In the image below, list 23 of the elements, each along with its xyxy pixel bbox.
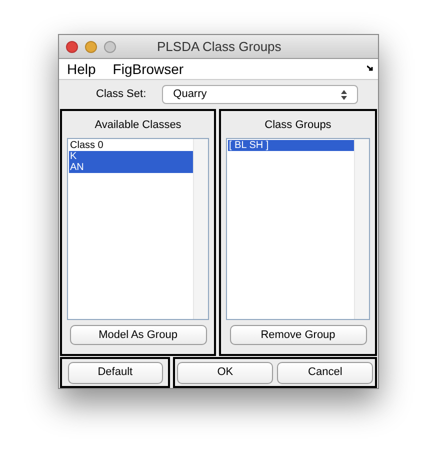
scrollbar[interactable] — [354, 139, 369, 319]
list-item[interactable]: K — [69, 151, 193, 162]
arrow-icon — [367, 65, 374, 72]
menu-item[interactable]: FigBrowser — [112, 58, 184, 80]
window-title: PLSDA Class Groups — [157, 38, 282, 56]
updown-icon — [341, 90, 348, 100]
minimize-icon[interactable] — [85, 40, 97, 52]
panel-title: Class Groups — [264, 118, 332, 133]
close-icon[interactable] — [66, 40, 78, 52]
scrollbar[interactable] — [193, 139, 208, 319]
zoom-icon[interactable] — [104, 40, 116, 52]
panel-button[interactable]: Remove Group — [230, 325, 366, 345]
class-set-select[interactable]: Quarry — [162, 85, 358, 104]
ok-button[interactable]: OK — [177, 362, 274, 384]
panel-title: Available Classes — [94, 118, 182, 133]
class-set-label: Class Set: — [96, 87, 146, 102]
default-button[interactable]: Default — [68, 362, 163, 384]
list-item[interactable]: Class 0 — [69, 140, 193, 151]
list-item[interactable]: AN — [69, 162, 193, 173]
cancel-button[interactable]: Cancel — [277, 362, 374, 384]
panel-button[interactable]: Model As Group — [70, 325, 206, 345]
list-item[interactable]: [ BL SH ] — [228, 140, 354, 151]
menu-item[interactable]: Help — [67, 58, 96, 80]
